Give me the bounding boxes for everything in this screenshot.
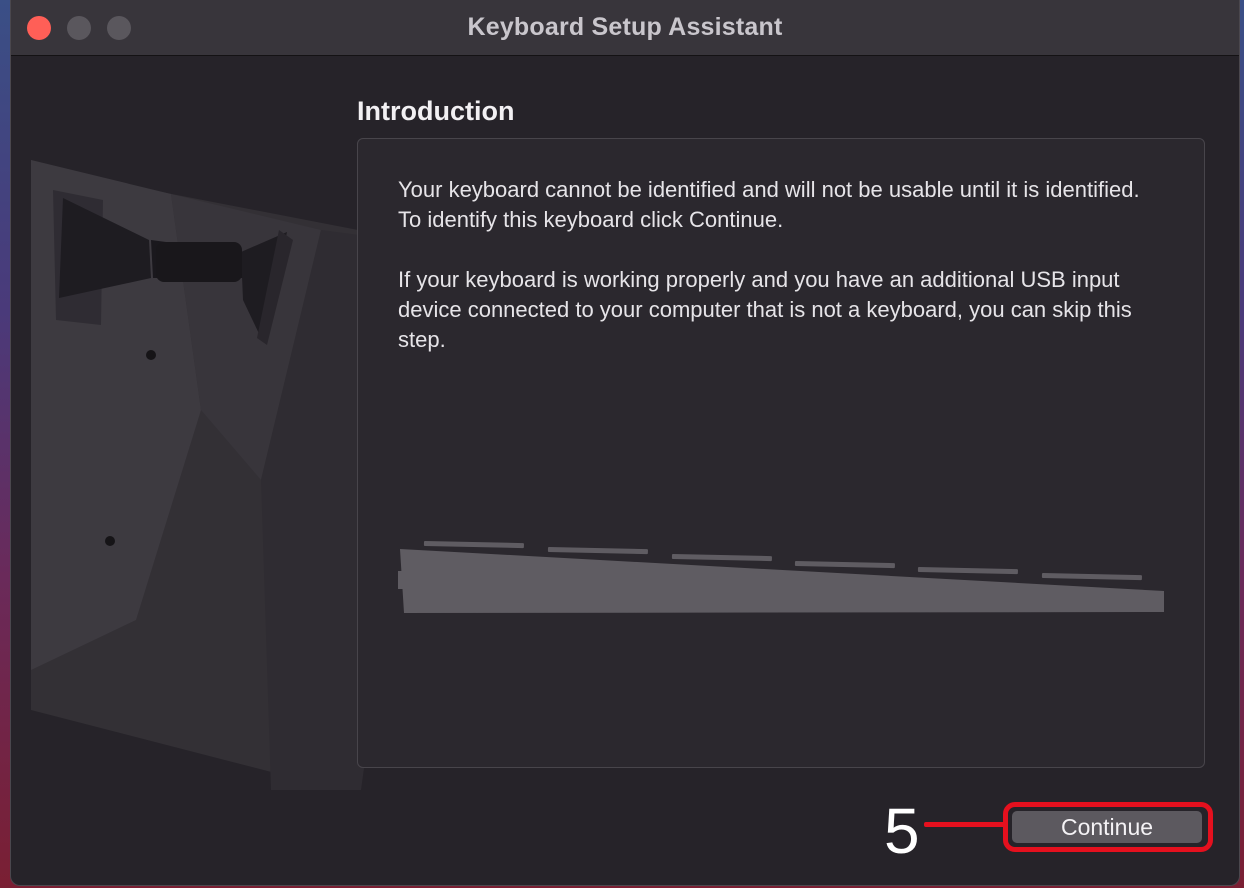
page-heading: Introduction [357,96,515,126]
skip-info-paragraph: If your keyboard is working properly and… [398,267,1132,352]
annotation-pointer-line [924,822,1008,827]
keyboard-icon [398,541,1164,613]
window-title: Keyboard Setup Assistant [467,13,783,41]
content-panel: Your keyboard cannot be identified and w… [357,138,1205,768]
annotation-step-number: 5 [884,795,920,867]
intro-paragraph: Your keyboard cannot be identified and w… [398,177,1140,232]
setup-assistant-window: Keyboard Setup Assistant Introduction Yo… [10,0,1240,886]
title-bar: Keyboard Setup Assistant [11,0,1239,56]
continue-button[interactable]: Continue [1012,811,1202,843]
